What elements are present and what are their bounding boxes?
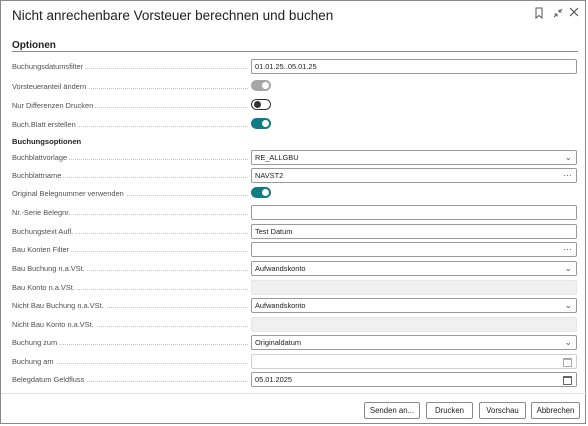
field-row-buchblattvorlage: Buchblattvorlage RE_ALLGBU ⌄: [12, 150, 578, 165]
buchblattname-input[interactable]: NAVST2 …: [251, 168, 577, 183]
belegdatum-label: Belegdatum Geldfluss: [12, 375, 87, 384]
field-row-bau-konto: Bau Konto n.a.VSt.: [12, 280, 578, 295]
buchblattname-label: Buchblattname: [12, 171, 64, 180]
field-row-buchungsdatumsfilter: Buchungsdatumsfilter 01.01.25..05.01.25: [12, 59, 578, 74]
print-button[interactable]: Drucken: [426, 402, 473, 419]
buchblattvorlage-label: Buchblattvorlage: [12, 153, 70, 162]
field-row-belegdatum: Belegdatum Geldfluss 05.01.2025: [12, 372, 578, 387]
nicht-bau-buchung-label: Nicht Bau Buchung n.a.VSt.: [12, 301, 106, 310]
toggle-knob: [254, 101, 261, 108]
lookup-ellipsis-icon[interactable]: …: [563, 167, 572, 180]
nicht-bau-buchung-select[interactable]: Aufwandskonto ⌄: [251, 298, 577, 313]
field-row-nur-differenzen: Nur Differenzen Drucken: [12, 98, 578, 113]
lookup-ellipsis-icon[interactable]: …: [563, 241, 572, 254]
nicht-bau-buchung-value: Aufwandskonto: [255, 301, 306, 310]
buchungstext-label: Buchungstext Aufl.: [12, 227, 76, 236]
field-row-bau-buchung: Bau Buchung n.a.VSt. Aufwandskonto ⌄: [12, 261, 578, 276]
nr-serie-input[interactable]: [251, 205, 577, 220]
field-row-nr-serie: Nr.-Serie Belegnr.: [12, 205, 578, 220]
buchblattvorlage-select[interactable]: RE_ALLGBU ⌄: [251, 150, 577, 165]
collapse-icon[interactable]: [551, 7, 565, 21]
buch-blatt-label: Buch.Blatt erstellen: [12, 120, 78, 129]
original-belegnummer-label: Original Belegnummer verwenden: [12, 189, 126, 198]
nur-differenzen-label: Nur Differenzen Drucken: [12, 101, 96, 110]
cancel-button[interactable]: Abbrechen: [531, 402, 580, 419]
chevron-down-icon[interactable]: ⌄: [564, 299, 572, 312]
chevron-down-icon[interactable]: ⌄: [564, 336, 572, 349]
belegdatum-value: 05.01.2025: [255, 375, 292, 384]
field-row-buchungstext: Buchungstext Aufl. Test Datum: [12, 224, 578, 239]
section-optionen-title: Optionen: [12, 40, 56, 51]
nicht-bau-konto-input: [251, 317, 577, 332]
vorsteueranteil-toggle: [251, 80, 271, 91]
chevron-down-icon[interactable]: ⌄: [564, 262, 572, 275]
toggle-knob: [262, 82, 269, 89]
buchung-am-input: [251, 354, 577, 369]
original-belegnummer-toggle[interactable]: [251, 187, 271, 198]
calendar-icon[interactable]: [563, 376, 572, 385]
bau-konto-label: Bau Konto n.a.VSt.: [12, 283, 77, 292]
chevron-down-icon[interactable]: ⌄: [564, 151, 572, 164]
section-divider: [12, 51, 578, 52]
close-icon[interactable]: [567, 7, 581, 21]
bau-konten-filter-input[interactable]: …: [251, 242, 577, 257]
toggle-knob: [262, 189, 269, 196]
footer-divider: [1, 393, 587, 394]
buchungsoptionen-title: Buchungsoptionen: [12, 137, 82, 146]
buchblattname-value: NAVST2: [255, 171, 284, 180]
vorsteueranteil-label: Vorsteueranteil ändern: [12, 82, 89, 91]
send-to-button[interactable]: Senden an...: [364, 402, 420, 419]
report-request-dialog: Nicht anrechenbare Vorsteuer berechnen u…: [0, 0, 587, 424]
buchung-zum-select[interactable]: Originaldatum ⌄: [251, 335, 577, 350]
dialog-title: Nicht anrechenbare Vorsteuer berechnen u…: [12, 8, 334, 23]
field-row-buchung-am: Buchung am: [12, 354, 578, 369]
field-row-buchblattname: Buchblattname NAVST2 …: [12, 168, 578, 183]
nicht-bau-konto-label: Nicht Bau Konto n.a.VSt.: [12, 320, 96, 329]
buchungsdatumsfilter-label: Buchungsdatumsfilter: [12, 62, 86, 71]
nr-serie-label: Nr.-Serie Belegnr.: [12, 208, 73, 217]
bookmark-icon[interactable]: [532, 7, 546, 21]
field-row-original-belegnummer: Original Belegnummer verwenden: [12, 186, 578, 201]
toggle-knob: [262, 120, 269, 127]
bau-buchung-select[interactable]: Aufwandskonto ⌄: [251, 261, 577, 276]
field-row-bau-konten-filter: Bau Konten Filter …: [12, 242, 578, 257]
field-row-nicht-bau-buchung: Nicht Bau Buchung n.a.VSt. Aufwandskonto…: [12, 298, 578, 313]
belegdatum-input[interactable]: 05.01.2025: [251, 372, 577, 387]
calendar-icon: [563, 358, 572, 367]
field-row-vorsteueranteil: Vorsteueranteil ändern: [12, 79, 578, 94]
buchung-zum-label: Buchung zum: [12, 338, 60, 347]
buch-blatt-toggle[interactable]: [251, 118, 271, 129]
field-row-buchung-zum: Buchung zum Originaldatum ⌄: [12, 335, 578, 350]
field-row-nicht-bau-konto: Nicht Bau Konto n.a.VSt.: [12, 317, 578, 332]
bau-konten-filter-label: Bau Konten Filter: [12, 245, 72, 254]
buchungstext-input[interactable]: Test Datum: [251, 224, 577, 239]
buchblattvorlage-value: RE_ALLGBU: [255, 153, 299, 162]
bau-konto-input: [251, 280, 577, 295]
buchungsdatumsfilter-input[interactable]: 01.01.25..05.01.25: [251, 59, 577, 74]
nur-differenzen-toggle[interactable]: [251, 99, 271, 110]
field-row-buch-blatt: Buch.Blatt erstellen: [12, 117, 578, 132]
bau-buchung-value: Aufwandskonto: [255, 264, 306, 273]
buchung-am-label: Buchung am: [12, 357, 56, 366]
buchung-zum-value: Originaldatum: [255, 338, 302, 347]
preview-button[interactable]: Vorschau: [479, 402, 526, 419]
bau-buchung-label: Bau Buchung n.a.VSt.: [12, 264, 87, 273]
